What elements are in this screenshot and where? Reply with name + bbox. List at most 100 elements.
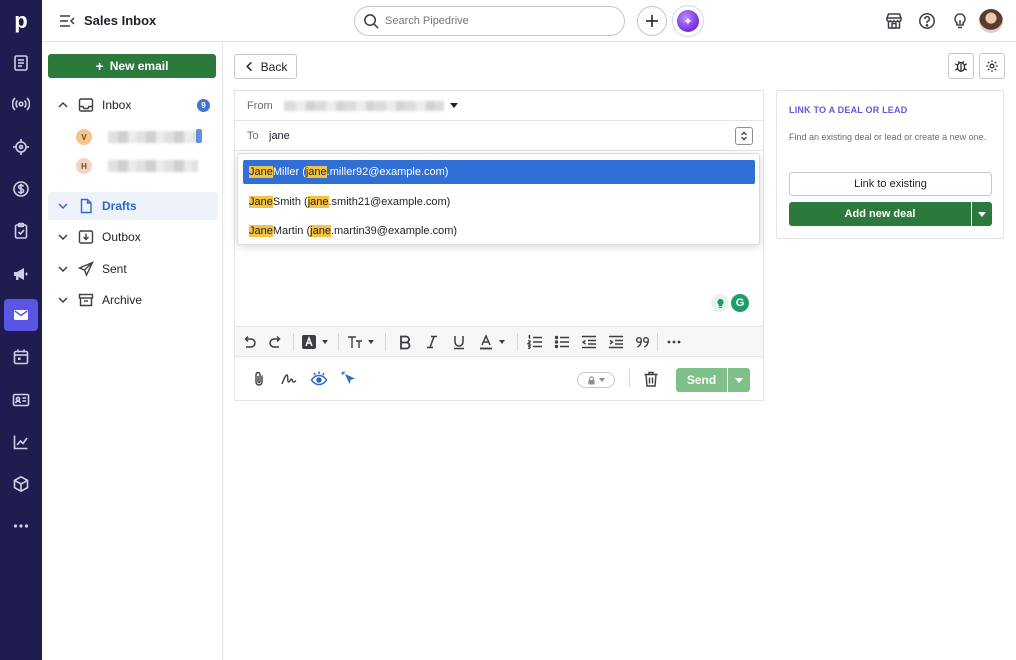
tips-lightbulb-icon[interactable]	[951, 12, 969, 30]
suggestion-text: .smith21@example.com)	[328, 196, 451, 208]
folder-label: Sent	[102, 262, 127, 276]
quick-add-button[interactable]	[637, 6, 667, 36]
more-dots-icon[interactable]	[4, 510, 38, 542]
contacts-card-icon[interactable]	[4, 384, 38, 416]
chevron-down-icon[interactable]	[56, 230, 70, 244]
folder-drafts[interactable]: Drafts	[48, 192, 218, 220]
more-options-icon[interactable]	[666, 333, 682, 351]
link-to-existing-button[interactable]: Link to existing	[789, 172, 992, 196]
bold-icon[interactable]	[397, 333, 413, 351]
campaigns-megaphone-icon[interactable]	[4, 258, 38, 290]
global-search[interactable]	[354, 6, 625, 36]
chevron-down-icon[interactable]	[56, 262, 70, 276]
send-button[interactable]: Send	[676, 368, 727, 392]
privacy-dropdown[interactable]	[577, 372, 615, 388]
chevron-up-icon[interactable]	[56, 98, 70, 112]
match-highlight: Jane	[249, 166, 273, 178]
page-title: Sales Inbox	[84, 13, 157, 28]
calendar-icon[interactable]	[4, 341, 38, 373]
match-highlight: Jane	[249, 196, 273, 208]
back-label: Back	[260, 59, 288, 74]
expand-recipients-button[interactable]	[735, 127, 753, 145]
search-input[interactable]	[385, 11, 615, 31]
search-icon	[364, 14, 379, 29]
panel-title: LINK TO A DEAL OR LEAD	[789, 105, 908, 115]
caret-down-icon	[599, 378, 605, 382]
text-style-dropdown[interactable]	[301, 333, 328, 351]
ai-assistant-button[interactable]: ✦	[672, 5, 704, 37]
compose-actions: Send	[235, 357, 763, 400]
grammarly-logo-icon[interactable]: G	[731, 294, 749, 312]
redo-icon[interactable]	[268, 333, 284, 351]
chevron-down-icon[interactable]	[56, 199, 70, 213]
marketplace-store-icon[interactable]	[885, 12, 903, 30]
bug-icon	[954, 60, 968, 72]
quote-icon[interactable]	[635, 333, 651, 351]
send-options-dropdown[interactable]	[728, 368, 750, 392]
activities-icon[interactable]	[4, 215, 38, 247]
mail-account-1[interactable]: V	[76, 123, 216, 151]
deals-dollar-icon[interactable]	[4, 173, 38, 205]
lightbulb-icon[interactable]	[711, 294, 729, 312]
to-input[interactable]	[269, 128, 569, 144]
bullet-list-icon[interactable]	[554, 333, 570, 351]
folder-archive[interactable]: Archive	[48, 286, 218, 314]
folder-outbox[interactable]: Outbox	[48, 223, 218, 251]
suggestion-item[interactable]: Jane Martin (jane .martin39@example.com)	[243, 219, 755, 243]
account-email-redacted	[108, 131, 198, 143]
back-button[interactable]: Back	[234, 54, 297, 79]
from-row: From	[235, 91, 763, 121]
grammarly-widget[interactable]: G	[711, 294, 749, 314]
unread-indicator	[196, 129, 202, 143]
from-select-redacted[interactable]	[284, 101, 444, 111]
signature-icon[interactable]	[279, 369, 299, 389]
sparkle-icon: ✦	[677, 10, 699, 32]
mail-icon[interactable]	[4, 299, 38, 331]
add-deal-options-dropdown[interactable]	[972, 202, 992, 226]
target-icon[interactable]	[4, 131, 38, 163]
archive-box-icon	[78, 293, 94, 307]
trash-icon[interactable]	[641, 369, 661, 389]
products-box-icon[interactable]	[4, 468, 38, 500]
folder-label: Drafts	[102, 199, 137, 213]
suggestion-text: Martin (	[272, 225, 311, 237]
italic-icon[interactable]	[424, 333, 440, 351]
account-avatar: H	[76, 158, 92, 174]
folder-sent[interactable]: Sent	[48, 255, 218, 283]
indent-icon[interactable]	[608, 333, 624, 351]
help-icon[interactable]	[918, 12, 936, 30]
suggestion-text: Miller (	[272, 166, 306, 178]
text-color-dropdown[interactable]	[478, 333, 505, 351]
user-avatar[interactable]	[979, 9, 1003, 33]
attachment-paperclip-icon[interactable]	[249, 369, 269, 389]
outdent-icon[interactable]	[581, 333, 597, 351]
numbered-list-icon[interactable]	[527, 333, 543, 351]
broadcast-icon[interactable]	[4, 88, 38, 120]
suggestion-item[interactable]: Jane Miller (jane .miller92@example.com)	[243, 160, 755, 184]
font-size-dropdown[interactable]	[347, 333, 374, 351]
folder-inbox[interactable]: Inbox 9	[48, 91, 218, 119]
suggestion-item[interactable]: Jane Smith (jane .smith21@example.com)	[243, 190, 755, 214]
mail-sidebar: + New email Inbox 9 V H Drafts Outbox Se…	[42, 43, 223, 660]
insights-chart-icon[interactable]	[4, 426, 38, 458]
mail-account-2[interactable]: H	[76, 152, 216, 180]
caret-down-icon	[978, 211, 986, 217]
chevron-left-icon	[245, 61, 252, 72]
toolbar-divider	[293, 333, 294, 351]
link-deal-panel: LINK TO A DEAL OR LEAD Find an existing …	[776, 90, 1004, 239]
lock-icon	[588, 375, 595, 385]
top-bar: Sales Inbox ✦	[42, 0, 1016, 42]
settings-button[interactable]	[979, 53, 1005, 79]
bug-report-button[interactable]	[948, 53, 974, 79]
new-email-button[interactable]: + New email	[48, 54, 216, 78]
leads-icon[interactable]	[4, 47, 38, 79]
add-new-deal-button[interactable]: Add new deal	[789, 202, 971, 226]
link-tracking-cursor-icon[interactable]	[339, 369, 359, 389]
tracking-eye-icon[interactable]	[309, 369, 329, 389]
pipedrive-logo[interactable]: p	[0, 0, 42, 42]
collapse-menu-icon[interactable]	[58, 12, 76, 30]
chevron-down-icon[interactable]	[56, 293, 70, 307]
undo-icon[interactable]	[241, 333, 257, 351]
caret-down-icon[interactable]	[450, 103, 458, 108]
underline-icon[interactable]	[451, 333, 467, 351]
